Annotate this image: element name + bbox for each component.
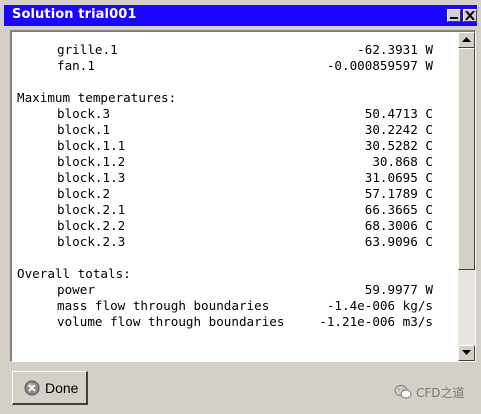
scroll-thumb[interactable]	[458, 48, 475, 270]
result-label: block.1.3	[57, 170, 126, 185]
section-heading: Maximum temperatures:	[17, 90, 177, 105]
result-label: block.2.3	[57, 234, 126, 249]
result-value: 50.4713 C	[364, 106, 433, 121]
result-value: 59.9977 W	[364, 282, 433, 297]
result-value: 63.9096 C	[364, 234, 433, 249]
vertical-scrollbar[interactable]	[458, 32, 475, 361]
x-circle-icon	[24, 380, 40, 396]
result-label: volume flow through boundaries	[57, 314, 285, 329]
result-value: 30.5282 C	[364, 138, 433, 153]
close-button[interactable]	[463, 9, 477, 22]
result-label: power	[57, 282, 95, 297]
scroll-down-button[interactable]	[458, 345, 475, 361]
arrow-up-icon	[462, 37, 471, 42]
result-value: 30.2242 C	[364, 122, 433, 137]
arrow-down-icon	[462, 350, 471, 355]
result-label: fan.1	[57, 58, 95, 73]
result-label: mass flow through boundaries	[57, 298, 270, 313]
result-value: 68.3006 C	[364, 218, 433, 233]
result-label: block.1.2	[57, 154, 126, 169]
output-panel[interactable]: grille.1 -62.3931 W fan.1 -0.000859597 W Max…	[10, 30, 476, 362]
watermark-text: CFD之道	[416, 386, 465, 400]
done-button[interactable]: Done	[12, 371, 88, 405]
result-value: -0.000859597 W	[326, 58, 433, 73]
minimize-button[interactable]	[447, 9, 461, 22]
result-value: -1.21e-006 m3/s	[319, 314, 433, 329]
result-value: -62.3931 W	[357, 42, 433, 57]
result-value: -1.4e-006 kg/s	[326, 298, 433, 313]
result-label: grille.1	[57, 42, 118, 57]
result-value: 57.1789 C	[364, 186, 433, 201]
result-label: block.1	[57, 122, 111, 137]
result-label: block.2.2	[57, 218, 126, 233]
wechat-icon	[394, 384, 412, 399]
result-label: block.2	[57, 186, 111, 201]
done-label: Done	[45, 380, 79, 396]
result-value: 31.0695 C	[364, 170, 433, 185]
minimize-icon	[450, 17, 458, 19]
title-bar[interactable]: Solution trial001	[4, 5, 477, 26]
result-label: block.1.1	[57, 138, 126, 153]
result-label: block.3	[57, 106, 111, 121]
solution-window: Solution trial001 grille.1 -62.3931 W fan.…	[0, 0, 481, 414]
window-title: Solution trial001	[12, 7, 137, 22]
section-heading: Overall totals:	[17, 266, 131, 281]
result-value: 66.3665 C	[364, 202, 433, 217]
result-label: block.2.1	[57, 202, 126, 217]
scroll-up-button[interactable]	[458, 32, 475, 48]
close-icon	[465, 11, 475, 20]
watermark: CFD之道	[394, 383, 474, 403]
result-value: 30.868 C	[372, 154, 433, 169]
output-text: grille.1 -62.3931 W fan.1 -0.000859597 W Max…	[12, 32, 458, 361]
